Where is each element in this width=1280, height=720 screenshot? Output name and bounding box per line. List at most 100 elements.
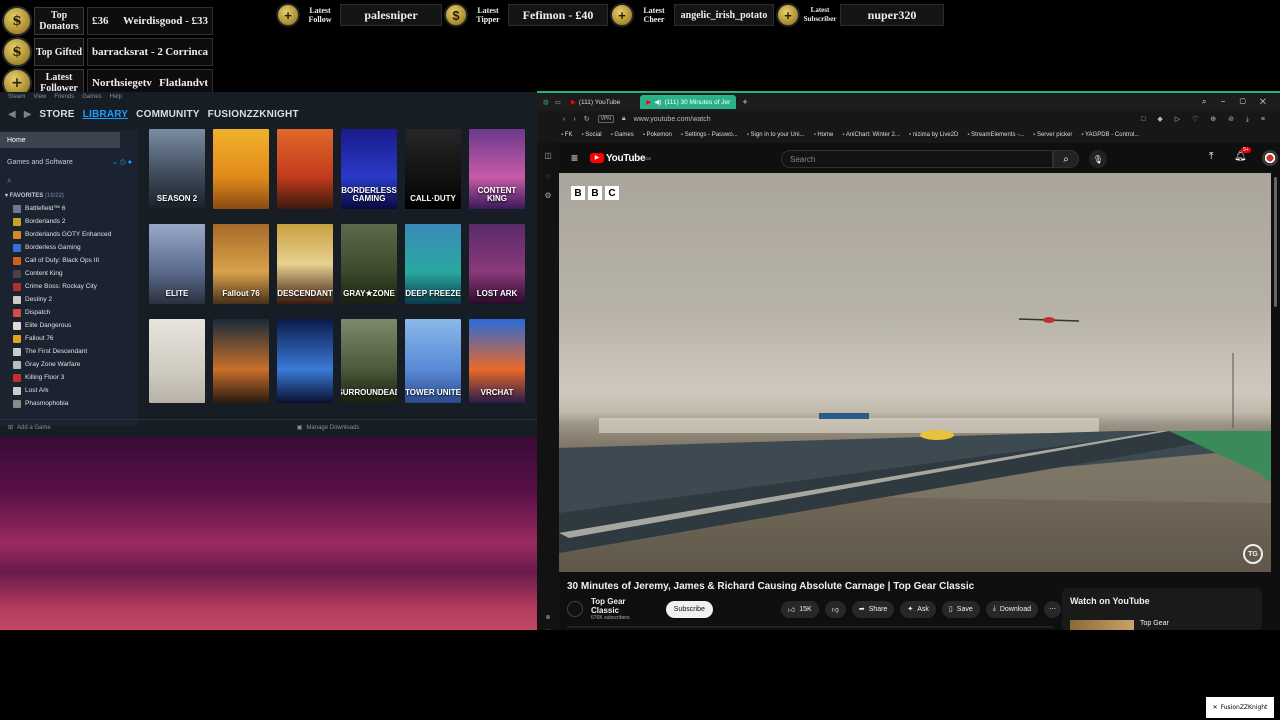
- bookmark-item[interactable]: ▪ StreamElements -...: [967, 132, 1024, 138]
- scrollbar-thumb[interactable]: [1274, 177, 1277, 307]
- sidebar-icon[interactable]: ◌: [537, 172, 559, 181]
- sidebar-game-item[interactable]: Lost Ark: [0, 384, 138, 397]
- related-title[interactable]: Top Gear: [1140, 620, 1169, 627]
- url-field[interactable]: www.youtube.com/watch: [634, 116, 711, 123]
- bookmark-item[interactable]: ▪ Sign in to your Uni...: [747, 132, 805, 138]
- sidebar-icon[interactable]: ◫: [537, 151, 559, 160]
- menu-item[interactable]: Help: [110, 94, 122, 100]
- game-tile[interactable]: CONTENT KING: [469, 129, 525, 209]
- back-icon[interactable]: ‹: [563, 116, 565, 123]
- sidebar-game-item[interactable]: Content King: [0, 267, 138, 280]
- related-thumbnail[interactable]: [1070, 620, 1134, 630]
- add-game-button[interactable]: Add a Game: [17, 425, 51, 431]
- forward-icon[interactable]: ›: [573, 116, 575, 123]
- more-icon[interactable]: ⋯: [537, 627, 559, 630]
- game-tile[interactable]: SURROUNDEAD: [341, 319, 397, 403]
- game-tile[interactable]: [277, 129, 333, 209]
- new-tab-button[interactable]: +: [742, 97, 747, 107]
- sidebar-game-item[interactable]: Destiny 2: [0, 293, 138, 306]
- ask-button[interactable]: ✦ Ask: [900, 600, 936, 618]
- game-tile[interactable]: DESCENDANT: [277, 224, 333, 304]
- settings-gear-icon[interactable]: ⚙: [537, 191, 559, 200]
- sidebar-game-item[interactable]: Call of Duty: Black Ops III: [0, 254, 138, 267]
- bookmark-item[interactable]: ▪ AniChart: Winter 2...: [842, 132, 900, 138]
- channel-name[interactable]: Top Gear Classic: [591, 597, 650, 615]
- game-tile[interactable]: BORDERLESS GAMING: [341, 129, 397, 209]
- game-tile[interactable]: TOWER UNITE: [405, 319, 461, 403]
- tab-profile[interactable]: FUSIONZZKNIGHT: [208, 109, 299, 120]
- sidebar-game-item[interactable]: Killing Floor 3: [0, 371, 138, 384]
- workspace-icon[interactable]: ▭: [555, 98, 561, 106]
- browser-logo-icon[interactable]: ◍: [543, 98, 549, 106]
- save-button[interactable]: ▯ Save: [941, 600, 980, 618]
- browser-tab-active[interactable]: ▶ ◀) (111) 30 Minutes of Jer: [640, 95, 737, 109]
- sidebar-game-item[interactable]: The First Descendant: [0, 345, 138, 358]
- microphone-icon[interactable]: 🎙︎: [1089, 150, 1107, 168]
- game-tile[interactable]: SEASON 2: [149, 129, 205, 209]
- page-scrollbar[interactable]: [1271, 173, 1280, 572]
- like-button[interactable]: 👍︎ 15K: [780, 600, 819, 618]
- bookmark-item[interactable]: ▪ Games: [611, 132, 634, 138]
- sidebar-game-item[interactable]: Fallout 76: [0, 332, 138, 345]
- forward-arrow-icon[interactable]: ▶: [24, 109, 32, 120]
- sidebar-game-item[interactable]: Borderlands GOTY Enhanced: [0, 228, 138, 241]
- favorites-header[interactable]: ▾ FAVORITES (18/22): [0, 192, 138, 202]
- bookmark-item[interactable]: ▪ Settings - Passwo...: [681, 132, 738, 138]
- game-tile[interactable]: Fallout 76: [213, 224, 269, 304]
- menu-item[interactable]: View: [33, 94, 46, 100]
- search-icon[interactable]: ⌕: [0, 174, 138, 188]
- avatar[interactable]: [1262, 150, 1278, 166]
- games-filter-dropdown[interactable]: Games and Software ⌄ ◷ ●: [0, 154, 138, 170]
- video-player[interactable]: B B C TG: [559, 173, 1271, 572]
- bookmark-item[interactable]: ▪ Home: [814, 132, 834, 138]
- tab-store[interactable]: STORE: [39, 109, 74, 120]
- subscribe-button[interactable]: Subscribe: [665, 600, 713, 618]
- game-tile[interactable]: DEEP FREEZE: [405, 224, 461, 304]
- sidebar-home[interactable]: Home: [0, 132, 120, 148]
- tab-library[interactable]: LIBRARY: [83, 109, 128, 120]
- reload-icon[interactable]: ↻: [584, 115, 590, 123]
- download-button[interactable]: ⤓ Download: [985, 600, 1038, 618]
- upload-icon[interactable]: ⤒: [1209, 151, 1213, 162]
- sidebar-game-item[interactable]: Borderlands 2: [0, 215, 138, 228]
- sidebar-game-item[interactable]: Gray Zone Warfare: [0, 358, 138, 371]
- game-tile[interactable]: ELITE: [149, 224, 205, 304]
- back-arrow-icon[interactable]: ◀: [8, 109, 16, 120]
- more-actions-button[interactable]: ⋯: [1044, 600, 1061, 618]
- sidebar-game-item[interactable]: Dispatch: [0, 306, 138, 319]
- bookmark-item[interactable]: ▪ Server picker: [1033, 132, 1072, 138]
- channel-avatar[interactable]: [567, 601, 583, 617]
- menu-item[interactable]: Friends: [54, 94, 74, 100]
- bookmark-item[interactable]: ▪ Social: [581, 132, 601, 138]
- tab-community[interactable]: COMMUNITY: [136, 109, 199, 120]
- browser-tab[interactable]: ▶ (111) YouTube: [565, 95, 626, 109]
- sidebar-game-item[interactable]: Phasmophobia: [0, 397, 138, 410]
- bookmark-item[interactable]: ▪ nizima by Live2D: [909, 132, 958, 138]
- sidebar-icon[interactable]: ⊗: [537, 614, 559, 621]
- bookmark-item[interactable]: ▪ YAGPDB - Control...: [1081, 132, 1139, 138]
- sidebar-game-item[interactable]: Borderless Gaming: [0, 241, 138, 254]
- youtube-logo[interactable]: ▶ YouTube GB: [590, 153, 651, 164]
- game-tile[interactable]: CALL·DUTY: [405, 129, 461, 209]
- sidebar-game-item[interactable]: Crime Boss: Rockay City: [0, 280, 138, 293]
- game-tile[interactable]: LOST ARK: [469, 224, 525, 304]
- manage-downloads-button[interactable]: Manage Downloads: [306, 425, 359, 431]
- dislike-button[interactable]: 👎︎: [824, 600, 846, 618]
- search-icon[interactable]: ⌕: [1053, 150, 1079, 168]
- download-icon[interactable]: ▣: [297, 424, 303, 431]
- menu-item[interactable]: Steam: [8, 94, 25, 100]
- game-tile[interactable]: VRCHAT: [469, 319, 525, 403]
- search-input[interactable]: Search: [781, 150, 1053, 168]
- game-tile[interactable]: [213, 129, 269, 209]
- sidebar-game-item[interactable]: Battlefield™ 6: [0, 202, 138, 215]
- vpn-badge[interactable]: VPN: [597, 115, 614, 123]
- share-button[interactable]: ➦ Share: [851, 600, 895, 618]
- bookmark-item[interactable]: ▪ Pokemon: [643, 132, 672, 138]
- menu-hamburger-icon[interactable]: ≡: [571, 151, 578, 165]
- watch-on-youtube-panel[interactable]: Watch on YouTube Top Gear: [1062, 588, 1262, 630]
- game-tile[interactable]: [277, 319, 333, 403]
- bookmark-item[interactable]: ▪ FK: [561, 132, 572, 138]
- window-controls[interactable]: ⌕ − ▢ ✕: [1202, 97, 1272, 107]
- extension-icons[interactable]: □ ◆ ▷ ♡ ⊕ ⊘ ⤓ ≡: [1141, 115, 1270, 124]
- game-tile[interactable]: [213, 319, 269, 403]
